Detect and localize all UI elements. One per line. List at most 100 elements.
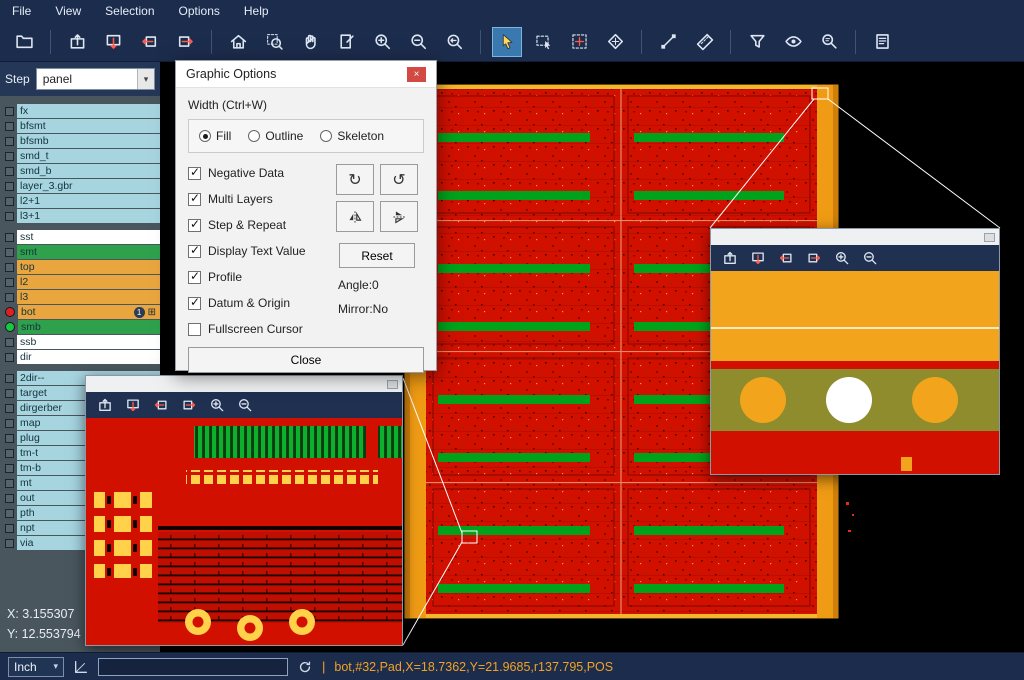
layer-visibility-checkbox[interactable]: [5, 374, 14, 383]
layer-name[interactable]: sst: [17, 230, 160, 244]
find-button[interactable]: [814, 27, 844, 57]
magnifier-view[interactable]: [711, 271, 999, 474]
checkbox-profile[interactable]: Profile: [188, 268, 330, 286]
report-button[interactable]: [867, 27, 897, 57]
layer-visibility-checkbox[interactable]: [5, 389, 14, 398]
layer-visibility-checkbox[interactable]: [5, 338, 14, 347]
dialog-titlebar[interactable]: Graphic Options ×: [176, 61, 436, 88]
menu-file[interactable]: File: [12, 4, 31, 18]
layer-visibility-checkbox[interactable]: [5, 524, 14, 533]
close-button[interactable]: Close: [188, 347, 424, 373]
checkbox-multi-layers[interactable]: Multi Layers: [188, 190, 330, 208]
zoom-out-button[interactable]: [403, 27, 433, 57]
command-input[interactable]: [98, 658, 288, 676]
home-view-button[interactable]: [223, 27, 253, 57]
layer-visibility-checkbox[interactable]: [5, 197, 14, 206]
snap-angle-icon[interactable]: [73, 659, 89, 675]
layer-visibility-checkbox[interactable]: [5, 182, 14, 191]
radio-outline[interactable]: Outline: [248, 129, 303, 143]
layer-down-button[interactable]: [98, 27, 128, 57]
layer-name[interactable]: smt: [17, 245, 160, 259]
zoom-out-button[interactable]: [233, 394, 257, 416]
layer-name[interactable]: l3: [17, 290, 160, 304]
rotate-ccw-button[interactable]: ↺: [380, 164, 418, 195]
zoom-in-button[interactable]: [830, 247, 854, 269]
radio-fill[interactable]: Fill: [199, 129, 231, 143]
checkbox-display-text-value[interactable]: Display Text Value: [188, 242, 330, 260]
measure-area-button[interactable]: [600, 27, 630, 57]
layer-visibility-checkbox[interactable]: [5, 137, 14, 146]
filter-button[interactable]: [742, 27, 772, 57]
menu-help[interactable]: Help: [244, 4, 269, 18]
layer-visibility-checkbox[interactable]: [5, 248, 14, 257]
layer-left-button[interactable]: [774, 247, 798, 269]
active-layer-indicator[interactable]: [5, 322, 15, 332]
layer-name[interactable]: dir: [17, 350, 160, 364]
layer-visibility-checkbox[interactable]: [5, 152, 14, 161]
zoom-in-button[interactable]: [367, 27, 397, 57]
layer-visibility-checkbox[interactable]: [5, 278, 14, 287]
checkbox-negative-data[interactable]: Negative Data: [188, 164, 330, 182]
mirror-horizontal-button[interactable]: [336, 201, 374, 232]
mirror-vertical-button[interactable]: [380, 201, 418, 232]
select-tool-button[interactable]: [492, 27, 522, 57]
menu-options[interactable]: Options: [179, 4, 220, 18]
open-button[interactable]: [9, 27, 39, 57]
layer-visibility-checkbox[interactable]: [5, 404, 14, 413]
layer-right-button[interactable]: [802, 247, 826, 269]
pan-button[interactable]: [295, 27, 325, 57]
menu-selection[interactable]: Selection: [105, 4, 154, 18]
refresh-icon[interactable]: [297, 659, 313, 675]
layer-visibility-checkbox[interactable]: [5, 419, 14, 428]
layer-visibility-checkbox[interactable]: [5, 494, 14, 503]
layer-name[interactable]: fx: [17, 104, 160, 118]
layer-visibility-checkbox[interactable]: [5, 464, 14, 473]
layer-name[interactable]: smd_b: [17, 164, 160, 178]
menu-view[interactable]: View: [55, 4, 81, 18]
layer-visibility-checkbox[interactable]: [5, 167, 14, 176]
layer-name[interactable]: ssb: [17, 335, 160, 349]
layer-up-button[interactable]: [718, 247, 742, 269]
layer-visibility-checkbox[interactable]: [5, 434, 14, 443]
layer-right-button[interactable]: [177, 394, 201, 416]
layer-name[interactable]: l2+1: [17, 194, 160, 208]
marquee-select-button[interactable]: [528, 27, 558, 57]
magnifier-view[interactable]: [86, 418, 402, 645]
reset-button[interactable]: Reset: [339, 243, 415, 268]
layer-visibility-checkbox[interactable]: [5, 263, 14, 272]
layer-visibility-checkbox[interactable]: [5, 479, 14, 488]
layer-visibility-checkbox[interactable]: [5, 353, 14, 362]
layer-name[interactable]: bot1⊞: [18, 305, 160, 319]
rotate-cw-button[interactable]: ↻: [336, 164, 374, 195]
layer-name[interactable]: l3+1: [17, 209, 160, 223]
layer-visibility-checkbox[interactable]: [5, 509, 14, 518]
layer-name[interactable]: smb: [18, 320, 160, 334]
layer-name[interactable]: bfsmb: [17, 134, 160, 148]
layer-visibility-checkbox[interactable]: [5, 212, 14, 221]
layer-left-button[interactable]: [149, 394, 173, 416]
sketch-button[interactable]: [331, 27, 361, 57]
ruler-button[interactable]: [689, 27, 719, 57]
layer-visibility-checkbox[interactable]: [5, 449, 14, 458]
layer-down-button[interactable]: [746, 247, 770, 269]
unit-select[interactable]: Inch ▾: [8, 657, 64, 677]
layer-name[interactable]: bfsmt: [17, 119, 160, 133]
layer-name[interactable]: l2: [17, 275, 160, 289]
checkbox-datum-origin[interactable]: Datum & Origin: [188, 294, 330, 312]
magnifier-titlebar[interactable]: [711, 229, 999, 245]
layer-left-button[interactable]: [134, 27, 164, 57]
layer-visibility-checkbox[interactable]: [5, 293, 14, 302]
checkbox-fullscreen-cursor[interactable]: Fullscreen Cursor: [188, 320, 330, 338]
layer-right-button[interactable]: [170, 27, 200, 57]
step-select[interactable]: panel ▾: [36, 68, 155, 90]
layer-visibility-checkbox[interactable]: [5, 539, 14, 548]
zoom-out-button[interactable]: [858, 247, 882, 269]
checkbox-step-repeat[interactable]: Step & Repeat: [188, 216, 330, 234]
layer-name[interactable]: top: [17, 260, 160, 274]
layer-name[interactable]: smd_t: [17, 149, 160, 163]
layer-visibility-checkbox[interactable]: [5, 122, 14, 131]
move-select-button[interactable]: [564, 27, 594, 57]
layer-up-button[interactable]: [93, 394, 117, 416]
radio-skeleton[interactable]: Skeleton: [320, 129, 384, 143]
close-icon[interactable]: ×: [407, 67, 426, 82]
